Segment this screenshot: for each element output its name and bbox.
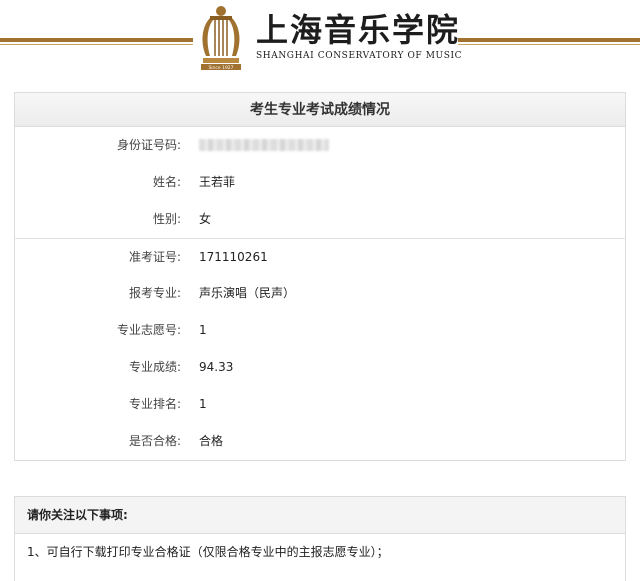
site-header: Since 1927 上海音乐学院 SHANGHAI CONSERVATORY … — [0, 0, 640, 80]
qualified-value: 合格 — [199, 434, 224, 448]
admission-ticket-value: 171110261 — [199, 250, 268, 264]
notice-item: 1、可自行下载打印专业合格证（仅限合格专业中的主报志愿专业）； — [27, 545, 389, 559]
header-rule-right — [458, 38, 640, 45]
row-label: 是否合格: — [128, 434, 181, 448]
major-value: 声乐演唱（民声） — [199, 286, 296, 300]
row-label: 专业志愿号: — [116, 323, 181, 337]
result-row-name: 姓名: 王若菲 — [15, 164, 625, 201]
notice-panel: 请你关注以下事项: 1、可自行下载打印专业合格证（仅限合格专业中的主报志愿专业）… — [14, 496, 626, 581]
conservatory-lyre-logo-icon: Since 1927 — [201, 6, 241, 71]
result-row-admission-ticket: 准考证号: 171110261 — [15, 238, 625, 275]
name-value: 王若菲 — [199, 175, 236, 189]
result-row-gender: 性别: 女 — [15, 201, 625, 238]
score-value: 94.33 — [199, 360, 234, 374]
row-label: 身份证号码: — [116, 138, 181, 152]
id-number-value — [199, 127, 329, 164]
result-row-preference: 专业志愿号: 1 — [15, 312, 625, 349]
row-label: 准考证号: — [128, 250, 181, 264]
notice-title: 请你关注以下事项: — [15, 497, 625, 534]
row-label: 专业排名: — [128, 397, 181, 411]
rank-value: 1 — [199, 397, 207, 411]
row-label: 姓名: — [152, 175, 181, 189]
gender-value: 女 — [199, 212, 212, 226]
row-label: 性别: — [152, 212, 181, 226]
redacted-id-number — [199, 138, 329, 151]
row-label: 报考专业: — [128, 286, 181, 300]
since-label: Since 1927 — [208, 65, 233, 71]
header-rule-left — [0, 38, 193, 45]
school-name-en: SHANGHAI CONSERVATORY OF MUSIC — [256, 51, 463, 61]
result-row-id-number: 身份证号码: — [15, 127, 625, 164]
result-row-qualified: 是否合格: 合格 — [15, 423, 625, 460]
school-name-cn: 上海音乐学院 — [256, 11, 461, 49]
result-row-major: 报考专业: 声乐演唱（民声） — [15, 275, 625, 312]
result-row-score: 专业成绩: 94.33 — [15, 349, 625, 386]
results-title: 考生专业考试成绩情况 — [15, 93, 625, 127]
preference-value: 1 — [199, 323, 207, 337]
exam-results-panel: 考生专业考试成绩情况 身份证号码: 姓名: 王若菲 性别: 女 准考证号: 17… — [14, 92, 626, 461]
result-row-rank: 专业排名: 1 — [15, 386, 625, 423]
row-label: 专业成绩: — [128, 360, 181, 374]
